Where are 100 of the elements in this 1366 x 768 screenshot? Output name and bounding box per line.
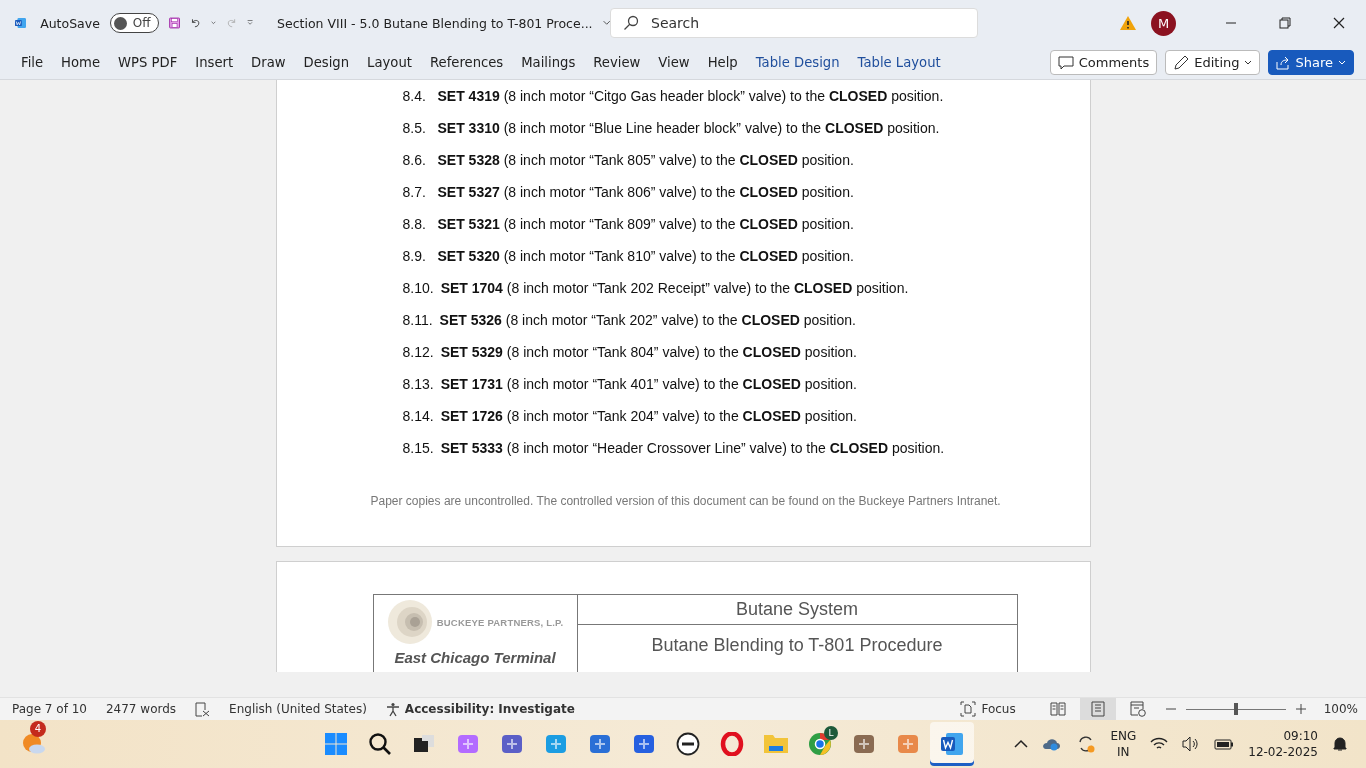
zoom-percentage[interactable]: 100% [1323,702,1358,716]
step-number: 8.6. [402,152,427,168]
focus-icon [960,701,977,717]
sync-icon[interactable] [1076,734,1097,754]
share-icon [1276,55,1291,70]
system-title: Butane System [577,595,1017,625]
windows-start-icon [324,732,348,756]
caret-icon [1338,59,1346,66]
zoom-slider-thumb[interactable] [1233,703,1238,715]
taskbar-button[interactable] [930,722,974,766]
proofing-icon[interactable] [195,701,211,717]
page-footer-text: Paper copies are uncontrolled. The controlled version of this document can be found on the Buckeye Partners Intranet. [370,494,1002,508]
ribbon-tab[interactable]: WPS PDF [109,49,187,76]
volume-icon[interactable] [1182,736,1201,752]
step-number: 8.13. [402,376,434,392]
ribbon-tab[interactable]: Design [294,49,359,76]
ribbon-tab[interactable]: Home [52,49,110,76]
step-text: SET 5321 (8 inch motor “Tank 809” valve) to the CLOSED position. [437,216,854,232]
taskbar-button[interactable]: L [798,722,842,766]
chevron-up-icon[interactable] [1014,739,1029,749]
profile-badge: L [824,726,838,740]
ribbon-tab[interactable]: Review [584,49,650,76]
step-number: 8.14. [402,408,434,424]
step-text: SET 1726 (8 inch motor “Tank 204” valve) to the CLOSED position. [440,408,857,424]
comments-button[interactable]: Comments [1049,50,1158,75]
ribbon-tab[interactable]: Insert [186,49,243,76]
ribbon-tab[interactable]: Mailings [512,49,585,76]
chevron-icon[interactable] [602,19,610,27]
zoom-slider[interactable] [1185,703,1286,715]
caret-icon [1244,59,1253,66]
cloud-icon[interactable] [1042,736,1063,752]
word-icon [940,732,964,756]
language-status[interactable]: English (United States) [229,702,367,716]
terminal-name: East Chicago Terminal [394,649,556,666]
step-number: 8.9. [402,248,427,264]
user-avatar[interactable]: M [1151,10,1176,36]
document-title[interactable]: Section VIII - 5.0 Butane Blending to T-801 Proce... [277,15,593,31]
step-number: 8.8. [402,216,427,232]
word-count[interactable]: 2477 words [105,702,177,716]
autosave-toggle[interactable]: Off [109,13,159,33]
opera-icon [720,732,744,756]
step-text: SET 1731 (8 inch motor “Tank 401” valve) to the CLOSED position. [440,376,857,392]
clock-date[interactable]: 12-02-2025 [1248,744,1318,760]
step-text: SET 5329 (8 inch motor “Tank 804” valve) to the CLOSED position. [440,344,857,360]
step-number: 8.7. [402,184,427,200]
step-text: SET 5327 (8 inch motor “Tank 806” valve) to the CLOSED position. [437,184,854,200]
customize-caret-icon[interactable] [246,18,254,28]
search-field[interactable]: Search [610,8,978,38]
input-language[interactable]: ENG [1110,728,1137,744]
step-number: 8.15. [402,440,434,456]
folder-icon [763,732,789,756]
zoom-in-icon[interactable] [1295,704,1306,714]
ribbon-tab[interactable]: References [420,49,513,76]
notification-bell-icon[interactable] [1332,736,1348,752]
restore-icon[interactable] [1279,17,1291,29]
web-page-icon [1129,701,1146,717]
save-icon[interactable] [168,14,180,32]
clock-time[interactable]: 09:10 [1283,728,1318,744]
wifi-icon[interactable] [1150,737,1169,751]
close-icon[interactable] [1333,17,1345,29]
step-number: 8.10. [402,280,434,296]
step-text: SET 1704 (8 inch motor “Tank 202 Receipt” valve) to the CLOSED position. [440,280,909,296]
ribbon-tab[interactable]: Table Layout [848,49,950,76]
step-number: 8.5. [402,120,427,136]
focus-button[interactable]: Focus [954,700,1022,718]
step-text: SET 4319 (8 inch motor “Citgo Gas header block” valve) to the CLOSED position. [437,88,944,104]
word-logo-icon [15,15,27,31]
step-number: 8.4. [402,88,427,104]
accessibility-status[interactable]: Accessibility: Investigate [404,702,575,716]
ribbon-tab[interactable]: Layout [358,49,421,76]
step-number: 8.12. [402,344,434,360]
notification-badge: 4 [30,720,46,737]
ribbon-tab[interactable]: Table Design [746,49,849,76]
ribbon-tab[interactable]: Help [698,49,747,76]
battery-icon[interactable] [1214,737,1235,751]
editing-button[interactable]: Editing [1165,50,1261,75]
step-text: SET 5320 (8 inch motor “Tank 810” valve) to the CLOSED position. [437,248,854,264]
step-text: SET 5328 (8 inch motor “Tank 805” valve) to the CLOSED position. [437,152,854,168]
book-icon [1049,702,1066,716]
procedure-title: Butane Blending to T-801 Procedure [650,633,944,657]
warning-icon[interactable] [1119,15,1137,31]
ribbon-tab[interactable]: View [649,49,699,76]
page-icon [1090,701,1105,717]
page-count[interactable]: Page 7 of 10 [12,702,87,716]
search-icon [368,732,392,756]
input-region[interactable]: IN [1117,744,1130,760]
step-number: 8.11. [402,312,433,328]
ribbon-tab[interactable]: Draw [242,49,295,76]
pencil-icon [1173,54,1190,71]
print-layout-button[interactable] [1079,698,1116,720]
step-text: SET 5326 (8 inch motor “Tank 202” valve) to the CLOSED position. [439,312,856,328]
logo-icon [386,599,433,645]
step-text: SET 3310 (8 inch motor “Blue Line header block” valve) to the CLOSED position. [437,120,940,136]
step-text: SET 5333 (8 inch motor “Header Crossover Line” valve) to the CLOSED position. [440,440,945,456]
caret-icon[interactable] [210,20,216,26]
autosave-label: AutoSave [40,15,100,31]
share-button[interactable]: Share [1268,50,1354,75]
accessibility-icon[interactable] [385,701,401,717]
ribbon-tab[interactable]: File [12,49,53,76]
company-name: BUCKEYE PARTNERS, L.P. [436,616,564,628]
